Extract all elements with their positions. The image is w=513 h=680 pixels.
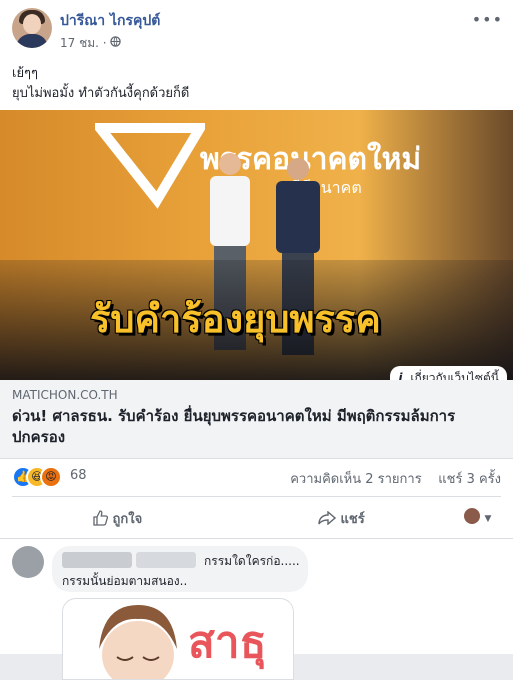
- link-domain: MATICHON.CO.TH: [12, 388, 118, 402]
- globe-icon: [110, 36, 122, 50]
- sticker-face: [99, 605, 177, 679]
- share-count[interactable]: แชร์ 3 ครั้ง: [438, 472, 501, 487]
- share-button[interactable]: แชร์: [318, 508, 365, 529]
- info-icon: i: [398, 371, 403, 380]
- post-meta: 17 ชม. ·: [60, 34, 122, 53]
- post-text-line2: ยุบไม่พอมั้ง ทำตัวกันงี้คุกด้วยก็ดี: [12, 86, 190, 101]
- divider: [0, 538, 513, 539]
- divider: [12, 496, 501, 497]
- comment-sticker[interactable]: สาธุ: [62, 598, 294, 680]
- commenter-avatar[interactable]: [12, 546, 44, 578]
- thumb-up-icon: [92, 510, 113, 527]
- post-header: ปารีณา ไกรคุปต์ 17 ชม. · •••: [12, 8, 503, 52]
- comment-bubble: กรรมใดใครก่อ..... กรรมนั้นย่อมตามสนอง..: [52, 546, 308, 592]
- share-label: แชร์: [340, 512, 365, 527]
- comment-text-line2: กรรมนั้นย่อมตามสนอง..: [62, 574, 188, 588]
- redacted-name: [62, 552, 132, 568]
- more-dots-icon[interactable]: •••: [472, 10, 503, 29]
- angry-icon: 😡: [40, 466, 62, 488]
- action-bar: ถูกใจ แชร์ ▼: [0, 500, 513, 534]
- about-site-chip[interactable]: i เกี่ยวกับเว็บไซต์นี้: [390, 366, 507, 380]
- profile-mini-avatar: [464, 508, 480, 524]
- facebook-post: ปารีณา ไกรคุปต์ 17 ชม. · ••• เย้ๆๆ ยุบไม…: [0, 0, 513, 680]
- reaction-count[interactable]: 68: [70, 468, 87, 483]
- about-site-label: เกี่ยวกับเว็บไซต์นี้: [410, 371, 499, 380]
- post-time[interactable]: 17 ชม.: [60, 36, 99, 50]
- comment-text-line1: กรรมใดใครก่อ.....: [204, 554, 300, 568]
- link-preview[interactable]: MATICHON.CO.TH ด่วน! ศาลรธน. รับคำร้อง ย…: [0, 380, 513, 459]
- share-arrow-icon: [318, 510, 341, 527]
- like-label: ถูกใจ: [112, 512, 143, 527]
- author-avatar[interactable]: [12, 8, 52, 48]
- redacted-name: [136, 552, 196, 568]
- link-image[interactable]: พรรคอนาคตใหม่ ที่มีอนาคต รับคำร้องยุบพรร…: [0, 110, 513, 380]
- author-name[interactable]: ปารีณา ไกรคุปต์: [60, 10, 160, 32]
- chevron-down-icon: ▼: [484, 514, 492, 524]
- party-logo: [95, 123, 205, 209]
- image-caption: รับคำร้องยุบพรรค: [90, 297, 381, 341]
- audience-selector[interactable]: ▼: [464, 508, 491, 525]
- comment: กรรมใดใครก่อ..... กรรมนั้นย่อมตามสนอง.. …: [12, 546, 502, 680]
- like-button[interactable]: ถูกใจ: [92, 508, 142, 529]
- post-text-line1: เย้ๆๆ: [12, 66, 39, 81]
- link-headline[interactable]: ด่วน! ศาลรธน. รับคำร้อง ยื่นยุบพรรคอนาคต…: [12, 406, 502, 448]
- sticker-text: สาธุ: [188, 617, 267, 668]
- comment-count[interactable]: ความคิดเห็น 2 รายการ: [290, 472, 422, 487]
- post-stats: ความคิดเห็น 2 รายการ แชร์ 3 ครั้ง: [290, 468, 501, 489]
